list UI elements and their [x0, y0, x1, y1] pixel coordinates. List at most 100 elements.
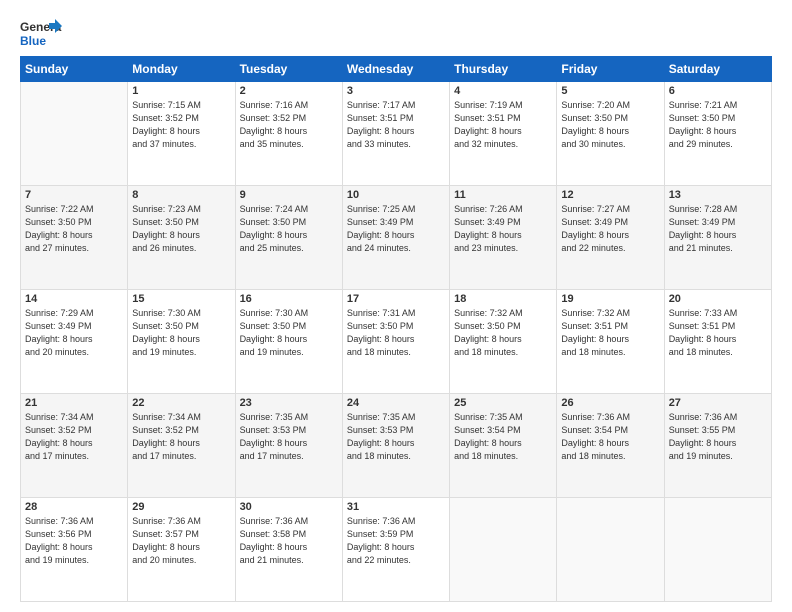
- calendar-cell: 17 Sunrise: 7:31 AMSunset: 3:50 PMDayligh…: [342, 290, 449, 394]
- day-info: Sunrise: 7:35 AMSunset: 3:53 PMDaylight:…: [347, 411, 445, 463]
- weekday-header: Friday: [557, 57, 664, 82]
- day-info: Sunrise: 7:25 AMSunset: 3:49 PMDaylight:…: [347, 203, 445, 255]
- calendar-header: SundayMondayTuesdayWednesdayThursdayFrid…: [21, 57, 772, 82]
- day-info: Sunrise: 7:17 AMSunset: 3:51 PMDaylight:…: [347, 99, 445, 151]
- calendar-cell: 12 Sunrise: 7:27 AMSunset: 3:49 PMDayligh…: [557, 186, 664, 290]
- header: General Blue: [20, 18, 772, 48]
- day-number: 27: [669, 397, 767, 409]
- calendar-cell: 4 Sunrise: 7:19 AMSunset: 3:51 PMDaylight…: [450, 82, 557, 186]
- day-number: 12: [561, 189, 659, 201]
- weekday-header: Wednesday: [342, 57, 449, 82]
- day-info: Sunrise: 7:36 AMSunset: 3:58 PMDaylight:…: [240, 515, 338, 567]
- day-info: Sunrise: 7:31 AMSunset: 3:50 PMDaylight:…: [347, 307, 445, 359]
- day-info: Sunrise: 7:36 AMSunset: 3:55 PMDaylight:…: [669, 411, 767, 463]
- day-number: 28: [25, 501, 123, 513]
- day-number: 8: [132, 189, 230, 201]
- weekday-header: Tuesday: [235, 57, 342, 82]
- day-number: 20: [669, 293, 767, 305]
- day-number: 14: [25, 293, 123, 305]
- day-number: 9: [240, 189, 338, 201]
- day-info: Sunrise: 7:28 AMSunset: 3:49 PMDaylight:…: [669, 203, 767, 255]
- calendar-cell: 30 Sunrise: 7:36 AMSunset: 3:58 PMDayligh…: [235, 498, 342, 602]
- weekday-header: Saturday: [664, 57, 771, 82]
- day-info: Sunrise: 7:20 AMSunset: 3:50 PMDaylight:…: [561, 99, 659, 151]
- day-number: 30: [240, 501, 338, 513]
- calendar-cell: [557, 498, 664, 602]
- day-info: Sunrise: 7:30 AMSunset: 3:50 PMDaylight:…: [132, 307, 230, 359]
- day-number: 19: [561, 293, 659, 305]
- calendar-cell: 5 Sunrise: 7:20 AMSunset: 3:50 PMDaylight…: [557, 82, 664, 186]
- day-number: 1: [132, 85, 230, 97]
- page: General Blue SundayMondayTuesdayWednesda…: [0, 0, 792, 612]
- day-info: Sunrise: 7:36 AMSunset: 3:59 PMDaylight:…: [347, 515, 445, 567]
- calendar-cell: 31 Sunrise: 7:36 AMSunset: 3:59 PMDayligh…: [342, 498, 449, 602]
- day-info: Sunrise: 7:30 AMSunset: 3:50 PMDaylight:…: [240, 307, 338, 359]
- calendar-cell: 15 Sunrise: 7:30 AMSunset: 3:50 PMDayligh…: [128, 290, 235, 394]
- day-number: 26: [561, 397, 659, 409]
- weekday-header: Monday: [128, 57, 235, 82]
- day-info: Sunrise: 7:24 AMSunset: 3:50 PMDaylight:…: [240, 203, 338, 255]
- day-number: 4: [454, 85, 552, 97]
- calendar-cell: 2Sunrise: 7:16 AMSunset: 3:52 PMDaylight…: [235, 82, 342, 186]
- day-info: Sunrise: 7:19 AMSunset: 3:51 PMDaylight:…: [454, 99, 552, 151]
- calendar-cell: 20 Sunrise: 7:33 AMSunset: 3:51 PMDayligh…: [664, 290, 771, 394]
- day-number: 25: [454, 397, 552, 409]
- day-info: Sunrise: 7:36 AMSunset: 3:56 PMDaylight:…: [25, 515, 123, 567]
- logo: General Blue: [20, 18, 62, 48]
- day-info: Sunrise: 7:34 AMSunset: 3:52 PMDaylight:…: [132, 411, 230, 463]
- day-number: 10: [347, 189, 445, 201]
- calendar-cell: 21Sunrise: 7:34 AMSunset: 3:52 PMDayligh…: [21, 394, 128, 498]
- day-number: 21: [25, 397, 123, 409]
- calendar-week-row: 21 Sunrise: 7:34 AMSunset: 3:52 PMDayligh…: [21, 394, 772, 498]
- calendar-cell: [664, 498, 771, 602]
- day-number: 2: [240, 85, 338, 97]
- day-info: Sunrise: 7:23 AMSunset: 3:50 PMDaylight:…: [132, 203, 230, 255]
- svg-text:Blue: Blue: [20, 34, 46, 48]
- day-number: 23: [240, 397, 338, 409]
- weekday-header: Thursday: [450, 57, 557, 82]
- calendar-cell: 18 Sunrise: 7:32 AMSunset: 3:50 PMDayligh…: [450, 290, 557, 394]
- day-info: Sunrise: 7:27 AMSunset: 3:49 PMDaylight:…: [561, 203, 659, 255]
- calendar-week-row: 7Sunrise: 7:22 AMSunset: 3:50 PMDaylight…: [21, 186, 772, 290]
- day-number: 24: [347, 397, 445, 409]
- calendar-cell: [450, 498, 557, 602]
- day-info: Sunrise: 7:22 AMSunset: 3:50 PMDaylight:…: [25, 203, 123, 255]
- day-number: 18: [454, 293, 552, 305]
- calendar-cell: 22 Sunrise: 7:34 AMSunset: 3:52 PMDayligh…: [128, 394, 235, 498]
- calendar-cell: 14Sunrise: 7:29 AMSunset: 3:49 PMDayligh…: [21, 290, 128, 394]
- calendar-cell: 26Sunrise: 7:36 AMSunset: 3:54 PMDayligh…: [557, 394, 664, 498]
- day-number: 22: [132, 397, 230, 409]
- calendar-table: SundayMondayTuesdayWednesdayThursdayFrid…: [20, 56, 772, 602]
- calendar-cell: 11Sunrise: 7:26 AMSunset: 3:49 PMDayligh…: [450, 186, 557, 290]
- day-number: 31: [347, 501, 445, 513]
- day-info: Sunrise: 7:36 AMSunset: 3:57 PMDaylight:…: [132, 515, 230, 567]
- calendar-week-row: 14Sunrise: 7:29 AMSunset: 3:49 PMDayligh…: [21, 290, 772, 394]
- day-number: 6: [669, 85, 767, 97]
- day-info: Sunrise: 7:33 AMSunset: 3:51 PMDaylight:…: [669, 307, 767, 359]
- calendar-cell: 16Sunrise: 7:30 AMSunset: 3:50 PMDayligh…: [235, 290, 342, 394]
- day-number: 15: [132, 293, 230, 305]
- calendar-cell: 24 Sunrise: 7:35 AMSunset: 3:53 PMDayligh…: [342, 394, 449, 498]
- calendar-cell: 23Sunrise: 7:35 AMSunset: 3:53 PMDayligh…: [235, 394, 342, 498]
- calendar-cell: 10 Sunrise: 7:25 AMSunset: 3:49 PMDayligh…: [342, 186, 449, 290]
- calendar-cell: [21, 82, 128, 186]
- calendar-cell: 9 Sunrise: 7:24 AMSunset: 3:50 PMDaylight…: [235, 186, 342, 290]
- day-number: 17: [347, 293, 445, 305]
- calendar-week-row: 1 Sunrise: 7:15 AMSunset: 3:52 PMDaylight…: [21, 82, 772, 186]
- day-info: Sunrise: 7:15 AMSunset: 3:52 PMDaylight:…: [132, 99, 230, 151]
- day-info: Sunrise: 7:32 AMSunset: 3:50 PMDaylight:…: [454, 307, 552, 359]
- day-info: Sunrise: 7:32 AMSunset: 3:51 PMDaylight:…: [561, 307, 659, 359]
- calendar-body: 1 Sunrise: 7:15 AMSunset: 3:52 PMDaylight…: [21, 82, 772, 602]
- weekday-header: Sunday: [21, 57, 128, 82]
- day-number: 29: [132, 501, 230, 513]
- calendar-cell: 6Sunrise: 7:21 AMSunset: 3:50 PMDaylight…: [664, 82, 771, 186]
- calendar-cell: 28 Sunrise: 7:36 AMSunset: 3:56 PMDayligh…: [21, 498, 128, 602]
- calendar-cell: 7Sunrise: 7:22 AMSunset: 3:50 PMDaylight…: [21, 186, 128, 290]
- day-number: 5: [561, 85, 659, 97]
- calendar-cell: 29 Sunrise: 7:36 AMSunset: 3:57 PMDayligh…: [128, 498, 235, 602]
- header-row: SundayMondayTuesdayWednesdayThursdayFrid…: [21, 57, 772, 82]
- day-info: Sunrise: 7:35 AMSunset: 3:54 PMDaylight:…: [454, 411, 552, 463]
- calendar-cell: 13 Sunrise: 7:28 AMSunset: 3:49 PMDayligh…: [664, 186, 771, 290]
- day-number: 13: [669, 189, 767, 201]
- calendar-cell: 27 Sunrise: 7:36 AMSunset: 3:55 PMDayligh…: [664, 394, 771, 498]
